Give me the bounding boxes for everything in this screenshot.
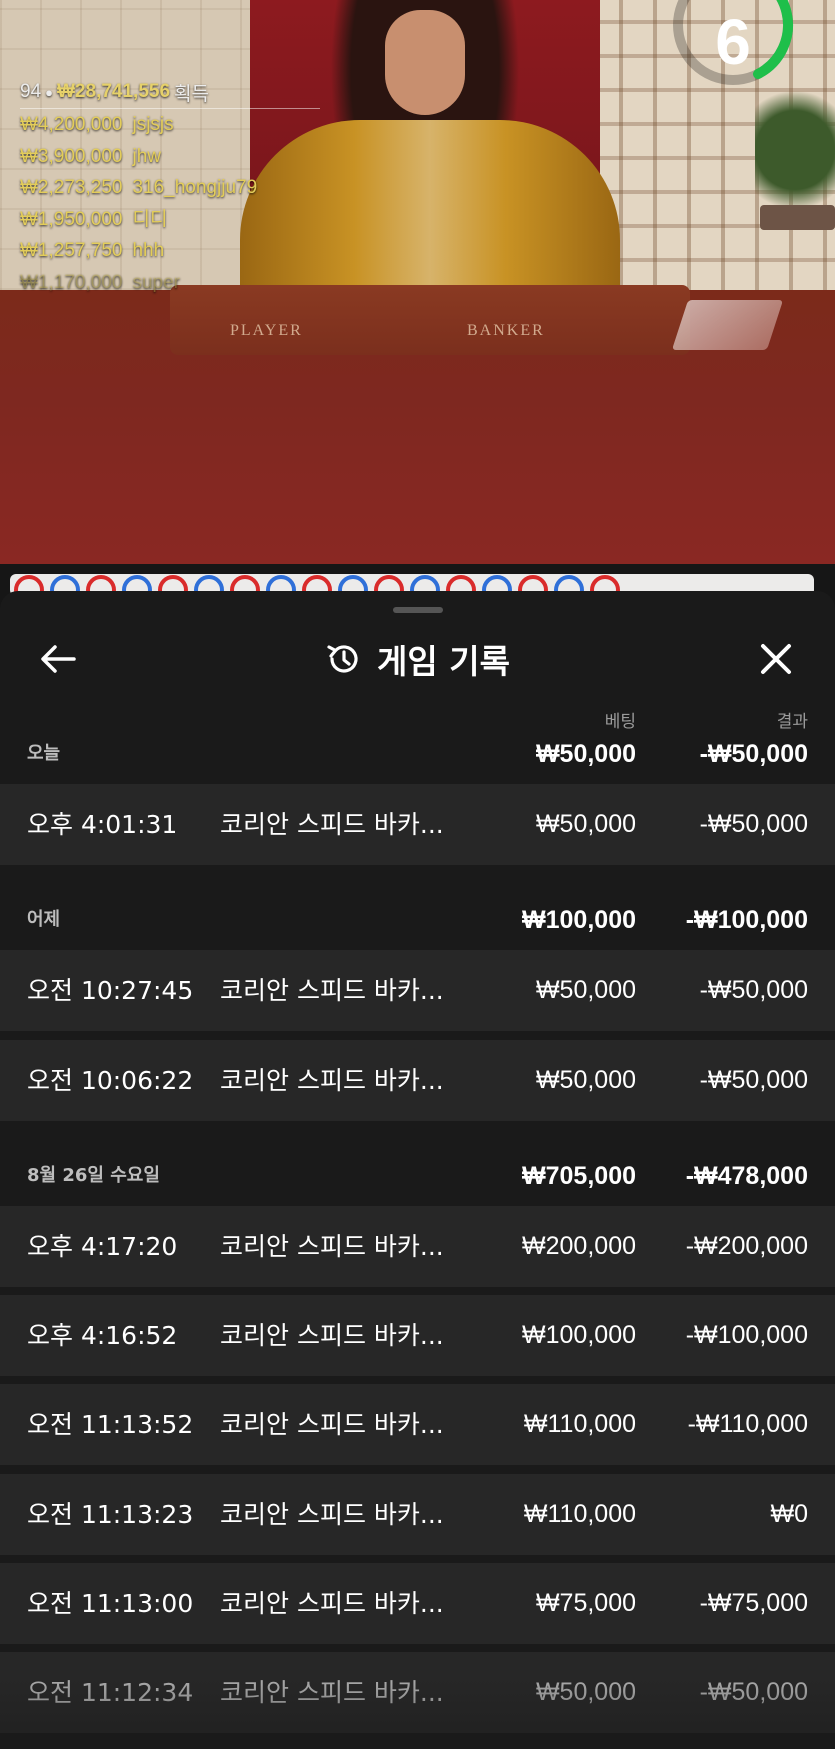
live-video-stream: PLAYER BANKER 6 94 ● ₩28,741,556 획득 ₩4,2… xyxy=(0,0,835,564)
row-game: 코리안 스피드 바카... xyxy=(220,1410,444,1439)
date-group-label: 어제 xyxy=(27,909,61,930)
winner-name: jsjsjs xyxy=(132,114,174,135)
row-time: 오전 11:13:00 xyxy=(27,1589,194,1618)
row-time: 오전 10:06:22 xyxy=(27,1066,194,1095)
row-game: 코리안 스피드 바카... xyxy=(220,1066,444,1095)
row-bet: ₩50,000 xyxy=(535,1678,636,1706)
winner-row: ₩1,170,000 super xyxy=(20,267,320,299)
winners-total: ₩28,741,556 xyxy=(57,81,171,102)
row-bet: ₩50,000 xyxy=(535,1066,636,1094)
winners-count: 94 xyxy=(20,81,42,102)
row-result: -₩50,000 xyxy=(699,1066,808,1094)
history-row[interactable]: 오후 4:16:52 코리안 스피드 바카... ₩100,000 -₩100,… xyxy=(0,1295,835,1376)
date-group-result-total: -₩100,000 xyxy=(685,906,808,934)
date-group-label: 8월 26일 수요일 xyxy=(27,1165,160,1186)
row-bet: ₩75,000 xyxy=(535,1589,636,1617)
close-icon xyxy=(761,644,791,674)
countdown-timer: 6 xyxy=(668,0,806,98)
history-row[interactable]: 오전 11:13:52 코리안 스피드 바카... ₩110,000 -₩110… xyxy=(0,1384,835,1465)
row-game: 코리안 스피드 바카... xyxy=(220,810,444,839)
winners-list: 94 ● ₩28,741,556 획득 ₩4,200,000 jsjsjs ₩3… xyxy=(20,80,320,298)
countdown-value: 6 xyxy=(715,6,751,78)
history-row[interactable]: 오전 10:27:45 코리안 스피드 바카... ₩50,000 -₩50,0… xyxy=(0,950,835,1031)
sheet-title-group: 게임 기록 xyxy=(0,637,835,681)
date-group-bet-total: ₩50,000 xyxy=(535,740,636,768)
row-game: 코리안 스피드 바카... xyxy=(220,1232,444,1261)
date-group-label: 오늘 xyxy=(27,743,61,764)
row-game: 코리안 스피드 바카... xyxy=(220,1589,444,1618)
date-group-result-total: -₩50,000 xyxy=(699,740,808,768)
row-bet: ₩200,000 xyxy=(522,1232,636,1260)
row-game: 코리안 스피드 바카... xyxy=(220,1500,444,1529)
date-group-bet-total: ₩705,000 xyxy=(522,1162,636,1190)
winner-name: super xyxy=(132,271,180,293)
dealer-face xyxy=(385,10,465,115)
history-row[interactable]: 오전 11:13:00 코리안 스피드 바카... ₩75,000 -₩75,0… xyxy=(0,1563,835,1644)
history-clock-icon xyxy=(327,645,358,673)
sheet-drag-handle[interactable] xyxy=(393,607,443,613)
winners-summary: 94 ● ₩28,741,556 획득 xyxy=(20,80,320,109)
winner-name: 316_hongjju79 xyxy=(132,177,258,198)
winner-amount: ₩1,170,000 xyxy=(20,271,123,293)
person-icon: ● xyxy=(45,84,53,100)
row-time: 오전 11:12:34 xyxy=(27,1678,194,1707)
history-row[interactable]: 오전 10:06:22 코리안 스피드 바카... ₩50,000 -₩50,0… xyxy=(0,1040,835,1121)
row-result: -₩50,000 xyxy=(699,1678,808,1706)
row-result: ₩0 xyxy=(770,1500,809,1528)
winner-amount: ₩4,200,000 xyxy=(20,114,123,135)
row-time: 오후 4:01:31 xyxy=(27,810,178,839)
row-time: 오전 10:27:45 xyxy=(27,976,194,1005)
game-history-sheet: 게임 기록 베팅 결과 오늘 ₩50,000 -₩50,000 오후 4:01:… xyxy=(0,591,835,1749)
row-result: -₩50,000 xyxy=(699,810,808,838)
pot-decor xyxy=(760,205,835,230)
row-time: 오전 11:13:52 xyxy=(27,1410,194,1439)
card-shoe xyxy=(671,300,784,350)
close-button[interactable] xyxy=(752,635,800,683)
date-group-bet-total: ₩100,000 xyxy=(522,906,636,934)
winner-amount: ₩3,900,000 xyxy=(20,145,123,167)
table-player-label: PLAYER xyxy=(230,322,303,339)
row-game: 코리안 스피드 바카... xyxy=(220,1678,444,1707)
history-row[interactable]: 오전 11:12:34 코리안 스피드 바카... ₩50,000 -₩50,0… xyxy=(0,1652,835,1733)
winner-name: hhh xyxy=(132,240,165,261)
row-game: 코리안 스피드 바카... xyxy=(220,976,444,1005)
winner-row: ₩2,273,250 316_hongjju79 xyxy=(20,172,320,204)
row-result: -₩100,000 xyxy=(685,1321,808,1349)
history-row[interactable]: 오후 4:17:20 코리안 스피드 바카... ₩200,000 -₩200,… xyxy=(0,1206,835,1287)
sheet-title: 게임 기록 xyxy=(377,642,510,681)
row-game: 코리안 스피드 바카... xyxy=(220,1321,444,1350)
date-group-header: 어제 ₩100,000 -₩100,000 xyxy=(0,893,835,937)
row-time: 오후 4:17:20 xyxy=(27,1232,178,1261)
row-bet: ₩100,000 xyxy=(522,1321,636,1349)
winner-amount: ₩1,257,750 xyxy=(20,240,123,261)
table-banker-label: BANKER xyxy=(467,322,545,339)
history-row[interactable]: 오후 4:01:31 코리안 스피드 바카... ₩50,000 -₩50,00… xyxy=(0,784,835,865)
winners-suffix: 획득 xyxy=(174,83,209,105)
date-group-header: 8월 26일 수요일 ₩705,000 -₩478,000 xyxy=(0,1149,835,1193)
row-bet: ₩110,000 xyxy=(523,1500,636,1528)
row-result: -₩75,000 xyxy=(699,1589,808,1617)
winner-row: ₩1,257,750 hhh xyxy=(20,235,320,267)
row-time: 오후 4:16:52 xyxy=(27,1321,178,1350)
row-bet: ₩50,000 xyxy=(535,976,636,1004)
row-result: -₩110,000 xyxy=(687,1410,808,1438)
row-bet: ₩50,000 xyxy=(535,810,636,838)
winner-row: ₩1,950,000 디디 xyxy=(20,204,320,236)
winner-row: ₩4,200,000 jsjsjs xyxy=(20,109,320,141)
row-result: -₩50,000 xyxy=(699,976,808,1004)
winner-name: jhw xyxy=(132,145,161,167)
winner-name: 디디 xyxy=(132,208,168,230)
date-group-result-total: -₩478,000 xyxy=(685,1162,808,1190)
row-result: -₩200,000 xyxy=(685,1232,808,1260)
date-group-header: 오늘 ₩50,000 -₩50,000 xyxy=(0,727,835,771)
row-bet: ₩110,000 xyxy=(523,1410,636,1438)
winner-amount: ₩2,273,250 xyxy=(20,177,123,198)
row-time: 오전 11:13:23 xyxy=(27,1500,194,1529)
history-row[interactable]: 오전 11:13:23 코리안 스피드 바카... ₩110,000 ₩0 xyxy=(0,1474,835,1555)
sheet-header: 게임 기록 xyxy=(0,619,835,699)
winner-amount: ₩1,950,000 xyxy=(20,208,123,230)
winner-row: ₩3,900,000 jhw xyxy=(20,141,320,173)
